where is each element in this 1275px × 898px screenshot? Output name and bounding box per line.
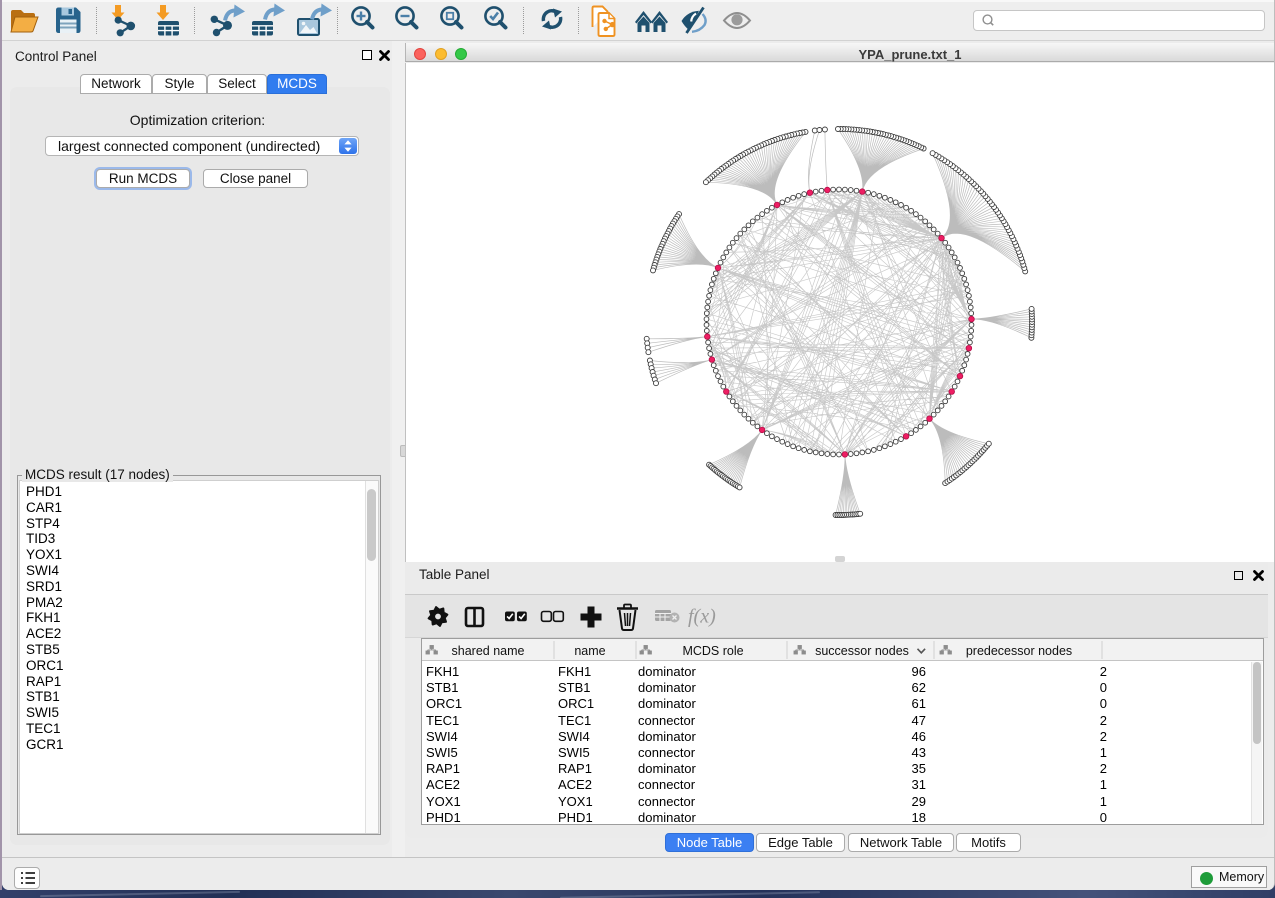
svg-text:shared name: shared name bbox=[452, 644, 525, 658]
svg-text:predecessor nodes: predecessor nodes bbox=[966, 644, 1072, 658]
svg-text:f(x): f(x) bbox=[688, 606, 716, 628]
svg-text:successor nodes: successor nodes bbox=[815, 644, 909, 658]
svg-text:MCDS role: MCDS role bbox=[682, 644, 743, 658]
svg-text:name: name bbox=[574, 644, 605, 658]
